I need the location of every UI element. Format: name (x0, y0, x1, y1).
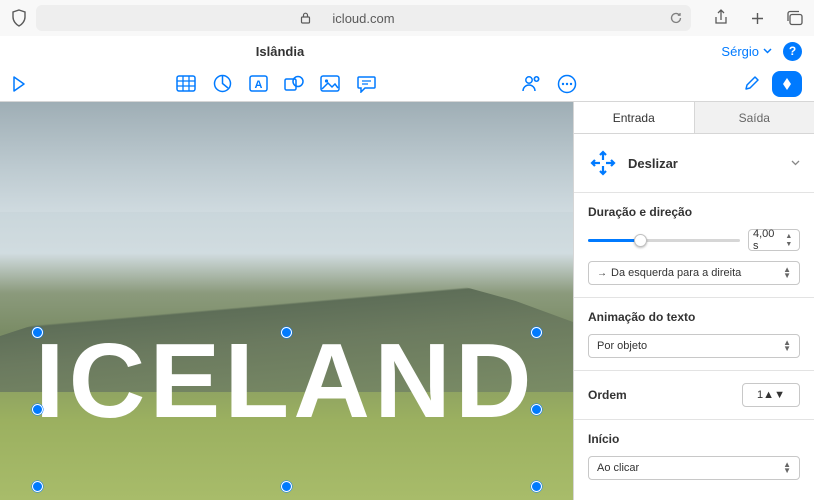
shape-icon[interactable] (283, 73, 305, 95)
share-icon[interactable] (711, 9, 730, 28)
duration-slider[interactable] (588, 239, 740, 242)
text-animation-section: Animação do texto Por objeto ▲▼ (574, 298, 814, 371)
play-button[interactable] (12, 76, 26, 92)
arrow-right-icon: → (597, 268, 607, 279)
slide-bg-clouds (0, 102, 573, 212)
select-chevron-icon: ▲▼ (763, 389, 785, 401)
inspector-tabs: Entrada Saída (574, 102, 814, 134)
selection-handle[interactable] (32, 327, 43, 338)
url-text: icloud.com (332, 11, 394, 26)
slide-canvas[interactable]: ICELAND (0, 102, 573, 500)
tabs-icon[interactable] (785, 9, 804, 28)
selected-text-box[interactable]: ICELAND (35, 330, 539, 486)
more-icon[interactable] (556, 73, 578, 95)
collaborate-icon[interactable] (520, 73, 542, 95)
selection-handle[interactable] (32, 404, 43, 415)
order-section: Ordem 1 ▲▼ (574, 371, 814, 420)
selection-handle[interactable] (32, 481, 43, 492)
url-bar[interactable]: icloud.com (36, 5, 691, 31)
slider-thumb[interactable] (634, 234, 647, 247)
privacy-shield-icon[interactable] (10, 9, 28, 27)
browser-toolbar: icloud.com (0, 0, 814, 36)
start-title: Início (588, 432, 800, 446)
table-icon[interactable] (175, 73, 197, 95)
selection-handle[interactable] (531, 327, 542, 338)
start-select[interactable]: Ao clicar ▲▼ (588, 456, 800, 480)
browser-actions (711, 9, 804, 28)
selection-handle[interactable] (281, 327, 292, 338)
user-menu[interactable]: Sérgio (721, 44, 772, 59)
duration-stepper[interactable]: ▲▼ (783, 232, 795, 248)
effect-name-label: Deslizar (628, 156, 678, 171)
duration-value-text: 4,00 s (753, 228, 780, 252)
direction-label: Da esquerda para a direita (611, 267, 741, 279)
main-content: ICELAND Entrada Saída Deslizar Duração e… (0, 102, 814, 500)
new-tab-icon[interactable] (748, 9, 767, 28)
duration-slider-row: 4,00 s ▲▼ (588, 229, 800, 251)
text-anim-select[interactable]: Por objeto ▲▼ (588, 334, 800, 358)
animate-button[interactable] (772, 71, 802, 97)
text-icon[interactable]: A (247, 73, 269, 95)
reload-icon[interactable] (669, 11, 683, 25)
app-toolbar: A (0, 66, 814, 102)
select-chevron-icon: ▲▼ (783, 462, 791, 475)
chevron-down-icon (791, 160, 800, 166)
text-anim-value: Por objeto (597, 340, 647, 352)
direction-select[interactable]: → Da esquerda para a direita ▲▼ (588, 261, 800, 285)
order-select[interactable]: 1 ▲▼ (742, 383, 800, 407)
document-header: Islândia Sérgio ? (0, 36, 814, 66)
document-title: Islândia (0, 44, 560, 59)
lock-icon (300, 12, 311, 24)
format-brush-icon[interactable] (740, 73, 762, 95)
order-title: Ordem (588, 388, 627, 402)
slide-effect-icon (588, 148, 618, 178)
start-section: Início Ao clicar ▲▼ (574, 420, 814, 486)
help-button[interactable]: ? (783, 42, 802, 61)
comment-icon[interactable] (355, 73, 377, 95)
effect-selector[interactable]: Deslizar (574, 134, 814, 193)
duration-value-input[interactable]: 4,00 s ▲▼ (748, 229, 800, 251)
tab-entrada[interactable]: Entrada (574, 102, 695, 133)
chart-icon[interactable] (211, 73, 233, 95)
start-value: Ao clicar (597, 462, 639, 474)
svg-text:A: A (254, 79, 262, 91)
format-tools (740, 71, 802, 97)
image-icon[interactable] (319, 73, 341, 95)
slider-fill (588, 239, 637, 242)
duration-title: Duração e direção (588, 205, 800, 219)
animate-inspector: Entrada Saída Deslizar Duração e direção… (573, 102, 814, 500)
selection-handle[interactable] (281, 481, 292, 492)
selection-handle[interactable] (531, 404, 542, 415)
collab-tools (520, 73, 578, 95)
slide-title-text: ICELAND (35, 330, 539, 434)
user-name-label: Sérgio (721, 44, 759, 59)
selection-handle[interactable] (531, 481, 542, 492)
tab-saida[interactable]: Saída (695, 102, 814, 133)
select-chevron-icon: ▲▼ (783, 340, 791, 353)
insert-tools: A (175, 73, 377, 95)
text-anim-title: Animação do texto (588, 310, 800, 324)
duration-section: Duração e direção 4,00 s ▲▼ → Da esquerd… (574, 193, 814, 298)
select-chevron-icon: ▲▼ (783, 267, 791, 280)
chevron-down-icon (763, 48, 772, 54)
